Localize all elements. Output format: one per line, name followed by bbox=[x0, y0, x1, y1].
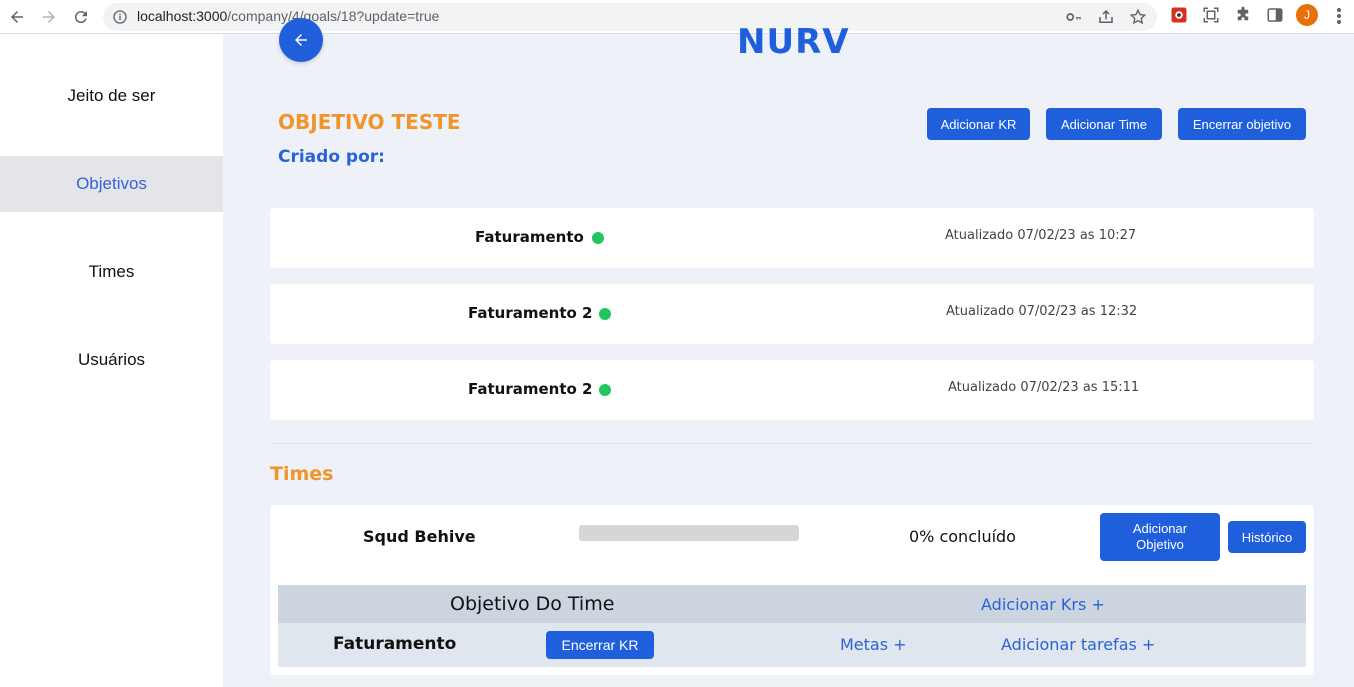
kr-name: Faturamento bbox=[475, 228, 584, 246]
team-progress-text: 0% concluído bbox=[909, 527, 1016, 546]
status-dot bbox=[599, 384, 611, 396]
status-dot bbox=[599, 308, 611, 320]
kr-card[interactable]: Faturamento 2 Atualizado 07/02/23 as 12:… bbox=[270, 284, 1314, 344]
bookmark-star-icon[interactable] bbox=[1129, 8, 1147, 26]
kr-name: Faturamento 2 bbox=[468, 380, 593, 398]
kr-updated: Atualizado 07/02/23 as 10:27 bbox=[945, 228, 1137, 243]
teams-heading: Times bbox=[270, 463, 334, 485]
objective-title: OBJETIVO TESTE bbox=[278, 110, 461, 134]
team-name: Squd Behive bbox=[363, 527, 476, 546]
add-tasks-link[interactable]: Adicionar tarefas + bbox=[1001, 635, 1155, 654]
back-nav-icon[interactable] bbox=[4, 4, 30, 30]
kr-updated: Atualizado 07/02/23 as 15:11 bbox=[948, 380, 1140, 395]
kr-updated: Atualizado 07/02/23 as 12:32 bbox=[946, 304, 1138, 319]
team-progress-bar bbox=[579, 525, 799, 541]
section-divider bbox=[270, 443, 1314, 444]
status-dot bbox=[592, 232, 604, 244]
add-objective-button[interactable]: Adicionar Objetivo bbox=[1100, 513, 1220, 561]
add-team-button[interactable]: Adicionar Time bbox=[1046, 108, 1162, 140]
info-icon[interactable] bbox=[112, 9, 128, 25]
close-kr-button[interactable]: Encerrar KR bbox=[546, 631, 654, 659]
team-kr-name: Faturamento bbox=[333, 634, 457, 654]
sidebar-item-usuarios[interactable]: Usuários bbox=[0, 332, 223, 388]
screenshot-icon[interactable] bbox=[1202, 6, 1220, 24]
main-content: NURV OBJETIVO TESTE Criado por: Adiciona… bbox=[223, 18, 1354, 687]
team-card: Squd Behive 0% concluído Adicionar Objet… bbox=[270, 505, 1314, 675]
team-kr-row: Faturamento Encerrar KR Metas + Adiciona… bbox=[278, 623, 1306, 667]
add-krs-link[interactable]: Adicionar Krs + bbox=[981, 595, 1105, 614]
forward-nav-icon[interactable] bbox=[36, 4, 62, 30]
history-button[interactable]: Histórico bbox=[1228, 521, 1306, 553]
sidebar: Jeito de ser Objetivos Times Usuários bbox=[0, 34, 223, 687]
browser-menu-icon[interactable] bbox=[1330, 6, 1348, 26]
created-by-label: Criado por: bbox=[278, 147, 385, 167]
add-kr-button[interactable]: Adicionar KR bbox=[927, 108, 1030, 140]
goals-link[interactable]: Metas + bbox=[840, 635, 907, 654]
back-button[interactable] bbox=[279, 18, 323, 62]
close-objective-button[interactable]: Encerrar objetivo bbox=[1178, 108, 1306, 140]
share-icon[interactable] bbox=[1097, 8, 1115, 26]
key-icon[interactable] bbox=[1065, 8, 1083, 26]
brand-logo: NURV bbox=[737, 22, 850, 62]
team-objectives-header: Objetivo Do Time Adicionar Krs + bbox=[278, 585, 1306, 623]
profile-avatar[interactable]: J bbox=[1296, 4, 1318, 26]
arrow-left-icon bbox=[295, 34, 307, 46]
kr-card[interactable]: Faturamento 2 Atualizado 07/02/23 as 15:… bbox=[270, 360, 1314, 420]
kr-name: Faturamento 2 bbox=[468, 304, 593, 322]
team-objectives-table: Objetivo Do Time Adicionar Krs + Faturam… bbox=[278, 585, 1306, 667]
sidebar-item-times[interactable]: Times bbox=[0, 244, 223, 300]
sidebar-item-jeito-de-ser[interactable]: Jeito de ser bbox=[0, 68, 223, 124]
kr-card[interactable]: Faturamento Atualizado 07/02/23 as 10:27 bbox=[270, 208, 1314, 268]
sidebar-item-objetivos[interactable]: Objetivos bbox=[0, 156, 223, 212]
browser-toolbar: localhost:3000/company/4/goals/18?update… bbox=[0, 0, 1354, 34]
side-panel-icon[interactable] bbox=[1266, 6, 1284, 24]
team-objective-title: Objetivo Do Time bbox=[450, 593, 615, 615]
reload-icon[interactable] bbox=[68, 4, 94, 30]
address-bar[interactable]: localhost:3000/company/4/goals/18?update… bbox=[103, 3, 1157, 31]
extensions-puzzle-icon[interactable] bbox=[1234, 6, 1252, 24]
extension-red-icon[interactable] bbox=[1170, 6, 1188, 24]
